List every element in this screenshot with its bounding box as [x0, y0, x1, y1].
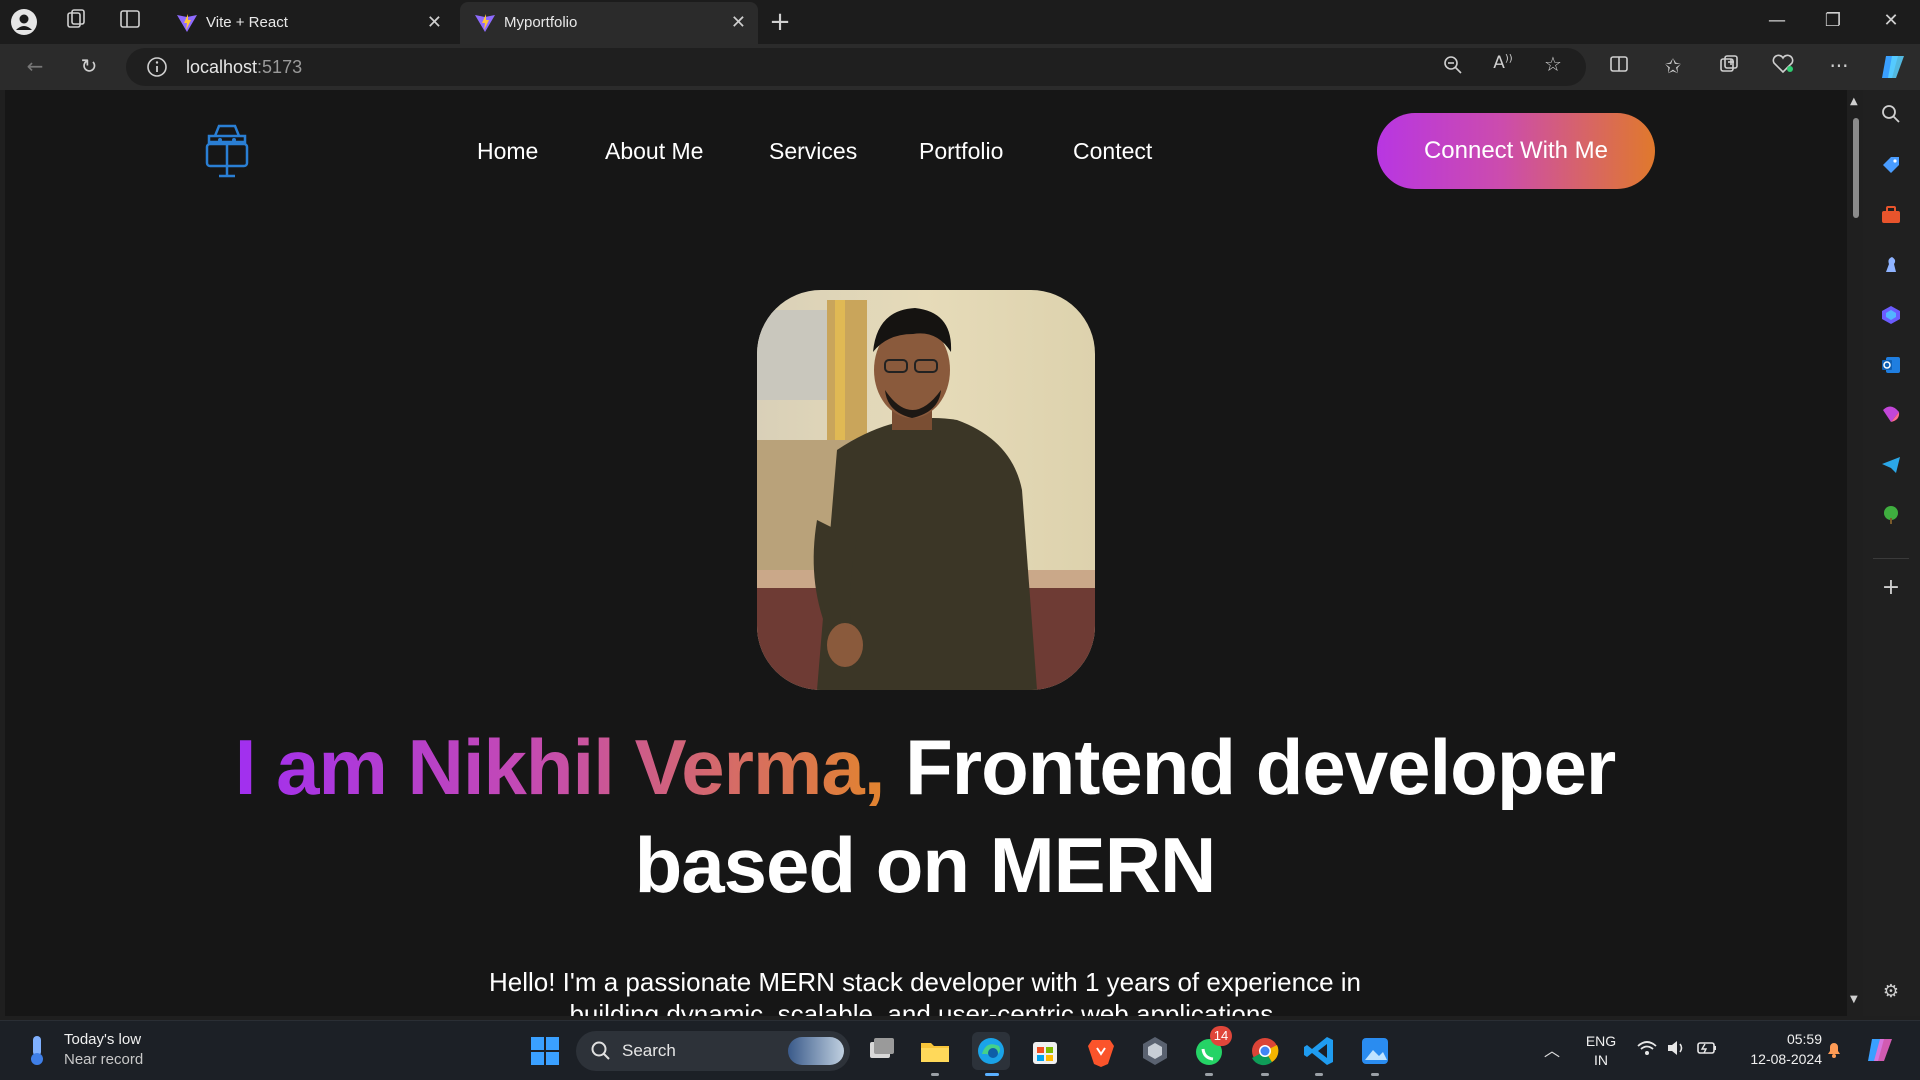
sidebar-settings-icon[interactable]: ⚙	[1877, 978, 1905, 1006]
browser-toolbar: ← ↻ localhost:5173 A)) ☆ ✩ ···	[0, 44, 1920, 90]
vite-logo-icon	[177, 14, 197, 32]
sidebar-search-icon[interactable]	[1877, 104, 1905, 132]
search-highlight-image	[788, 1037, 844, 1065]
split-screen-icon[interactable]	[1606, 54, 1632, 79]
browser-titlebar: Vite + React ✕ Myportfolio ✕ + — ❐ ✕	[0, 0, 1920, 44]
sidebar-divider	[1873, 558, 1909, 559]
intro-line-2: building dynamic, scalable, and user-cen…	[569, 999, 1281, 1016]
shopping-tag-icon[interactable]	[1877, 154, 1905, 182]
nav-portfolio[interactable]: Portfolio	[919, 138, 1003, 165]
workspaces-icon[interactable]	[62, 8, 90, 36]
show-hidden-icons-chevron-icon[interactable]: ︿	[1544, 1037, 1560, 1061]
file-explorer-icon[interactable]	[916, 1032, 954, 1070]
weather-thermometer-icon[interactable]	[24, 1033, 50, 1067]
vscode-icon[interactable]	[1300, 1032, 1338, 1070]
tab-label: Vite + React	[206, 14, 288, 31]
connect-with-me-button[interactable]: Connect With Me	[1377, 113, 1655, 189]
notification-bell-icon[interactable]	[1824, 1039, 1844, 1063]
favorites-icon[interactable]: ✩	[1660, 54, 1686, 78]
site-logo-icon[interactable]	[201, 122, 253, 180]
designer-icon[interactable]	[1877, 404, 1905, 432]
address-bar[interactable]: localhost:5173 A)) ☆	[126, 48, 1586, 86]
edge-browser-icon[interactable]	[972, 1032, 1010, 1070]
clock-date[interactable]: 12-08-2024	[1732, 1051, 1822, 1067]
chrome-icon[interactable]	[1246, 1032, 1284, 1070]
url-text: localhost:5173	[186, 57, 303, 77]
vite-logo-icon	[475, 14, 495, 32]
outlook-icon[interactable]	[1877, 354, 1905, 382]
intro-line-1: Hello! I'm a passionate MERN stack devel…	[488, 967, 1362, 997]
portfolio-page: Home About Me Services Portfolio Contect…	[5, 90, 1847, 1016]
photos-app-icon[interactable]	[1356, 1032, 1394, 1070]
search-label: Search	[622, 1041, 676, 1060]
copilot-icon[interactable]	[1878, 52, 1908, 82]
taskbar-search[interactable]: Search	[576, 1031, 850, 1071]
nav-home[interactable]: Home	[477, 138, 538, 165]
tools-briefcase-icon[interactable]	[1877, 204, 1905, 232]
new-tab-icon[interactable]: +	[766, 8, 794, 36]
close-window-icon[interactable]: ✕	[1876, 10, 1906, 31]
scroll-up-icon[interactable]: ▲	[1850, 96, 1858, 107]
notification-badge: 14	[1210, 1026, 1232, 1046]
running-indicator	[1315, 1073, 1323, 1076]
volume-icon[interactable]	[1666, 1039, 1688, 1061]
read-aloud-icon[interactable]: A))	[1490, 53, 1516, 73]
tab-vite-react[interactable]: Vite + React ✕	[162, 2, 454, 44]
copilot-sidebar-icon[interactable]	[1877, 304, 1905, 332]
start-button[interactable]	[526, 1032, 564, 1070]
hero-headline: I am Nikhil Verma, Frontend developer ba…	[185, 718, 1665, 914]
clock-time[interactable]: 05:59	[1732, 1031, 1822, 1047]
task-view-icon[interactable]	[862, 1032, 900, 1070]
microsoft-store-icon[interactable]	[1026, 1032, 1064, 1070]
weather-title: Today's low	[64, 1031, 142, 1048]
whatsapp-icon[interactable]: 14	[1190, 1026, 1232, 1070]
collections-icon[interactable]	[1716, 54, 1742, 79]
tab-close-icon[interactable]: ✕	[731, 12, 746, 33]
minimize-icon[interactable]: —	[1762, 10, 1792, 31]
tab-label: Myportfolio	[504, 14, 578, 31]
more-menu-icon[interactable]: ···	[1826, 54, 1852, 78]
running-indicator	[1205, 1073, 1213, 1076]
search-icon	[590, 1040, 612, 1066]
active-indicator	[985, 1073, 999, 1076]
nav-services[interactable]: Services	[769, 138, 857, 165]
scroll-down-icon[interactable]: ▼	[1850, 994, 1858, 1005]
language-code[interactable]: ENG	[1582, 1033, 1620, 1049]
restore-icon[interactable]: ❐	[1818, 10, 1848, 31]
refresh-icon[interactable]: ↻	[76, 54, 102, 78]
wifi-icon[interactable]	[1636, 1039, 1658, 1061]
add-sidebar-app-icon[interactable]: +	[1877, 574, 1905, 602]
windows-taskbar: Today's low Near record Search 14 ︿ ENG …	[0, 1020, 1920, 1080]
edge-sidebar: + ⚙	[1863, 90, 1920, 1016]
tree-drop-icon[interactable]	[1877, 504, 1905, 532]
favorite-star-icon[interactable]: ☆	[1540, 52, 1566, 76]
github-desktop-icon[interactable]	[1136, 1032, 1174, 1070]
tab-myportfolio[interactable]: Myportfolio ✕	[460, 2, 758, 44]
running-indicator	[1371, 1073, 1379, 1076]
scrollbar-thumb[interactable]	[1853, 118, 1859, 218]
profile-photo	[757, 290, 1095, 690]
profile-icon[interactable]	[10, 8, 38, 36]
headline-name: I am Nikhil Verma,	[234, 723, 886, 811]
vertical-tabs-icon[interactable]	[116, 8, 144, 36]
brave-browser-icon[interactable]	[1082, 1032, 1120, 1070]
hero-intro: Hello! I'm a passionate MERN stack devel…	[305, 966, 1545, 1016]
running-indicator	[931, 1073, 939, 1076]
browser-essentials-icon[interactable]	[1770, 54, 1796, 79]
send-telegram-icon[interactable]	[1877, 454, 1905, 482]
running-indicator	[1261, 1073, 1269, 1076]
zoom-out-icon[interactable]	[1440, 55, 1466, 80]
battery-icon[interactable]	[1696, 1039, 1718, 1061]
back-icon[interactable]: ←	[22, 54, 48, 78]
language-region[interactable]: IN	[1582, 1052, 1620, 1068]
nav-contact[interactable]: Contect	[1073, 138, 1152, 165]
weather-subtitle: Near record	[64, 1051, 144, 1068]
nav-about-me[interactable]: About Me	[605, 138, 703, 165]
scrollbar[interactable]: ▲ ▼	[1847, 90, 1863, 1016]
site-info-icon[interactable]	[146, 56, 168, 78]
tab-close-icon[interactable]: ✕	[427, 12, 442, 33]
games-chess-icon[interactable]	[1877, 254, 1905, 282]
copilot-taskbar-icon[interactable]	[1864, 1033, 1898, 1071]
